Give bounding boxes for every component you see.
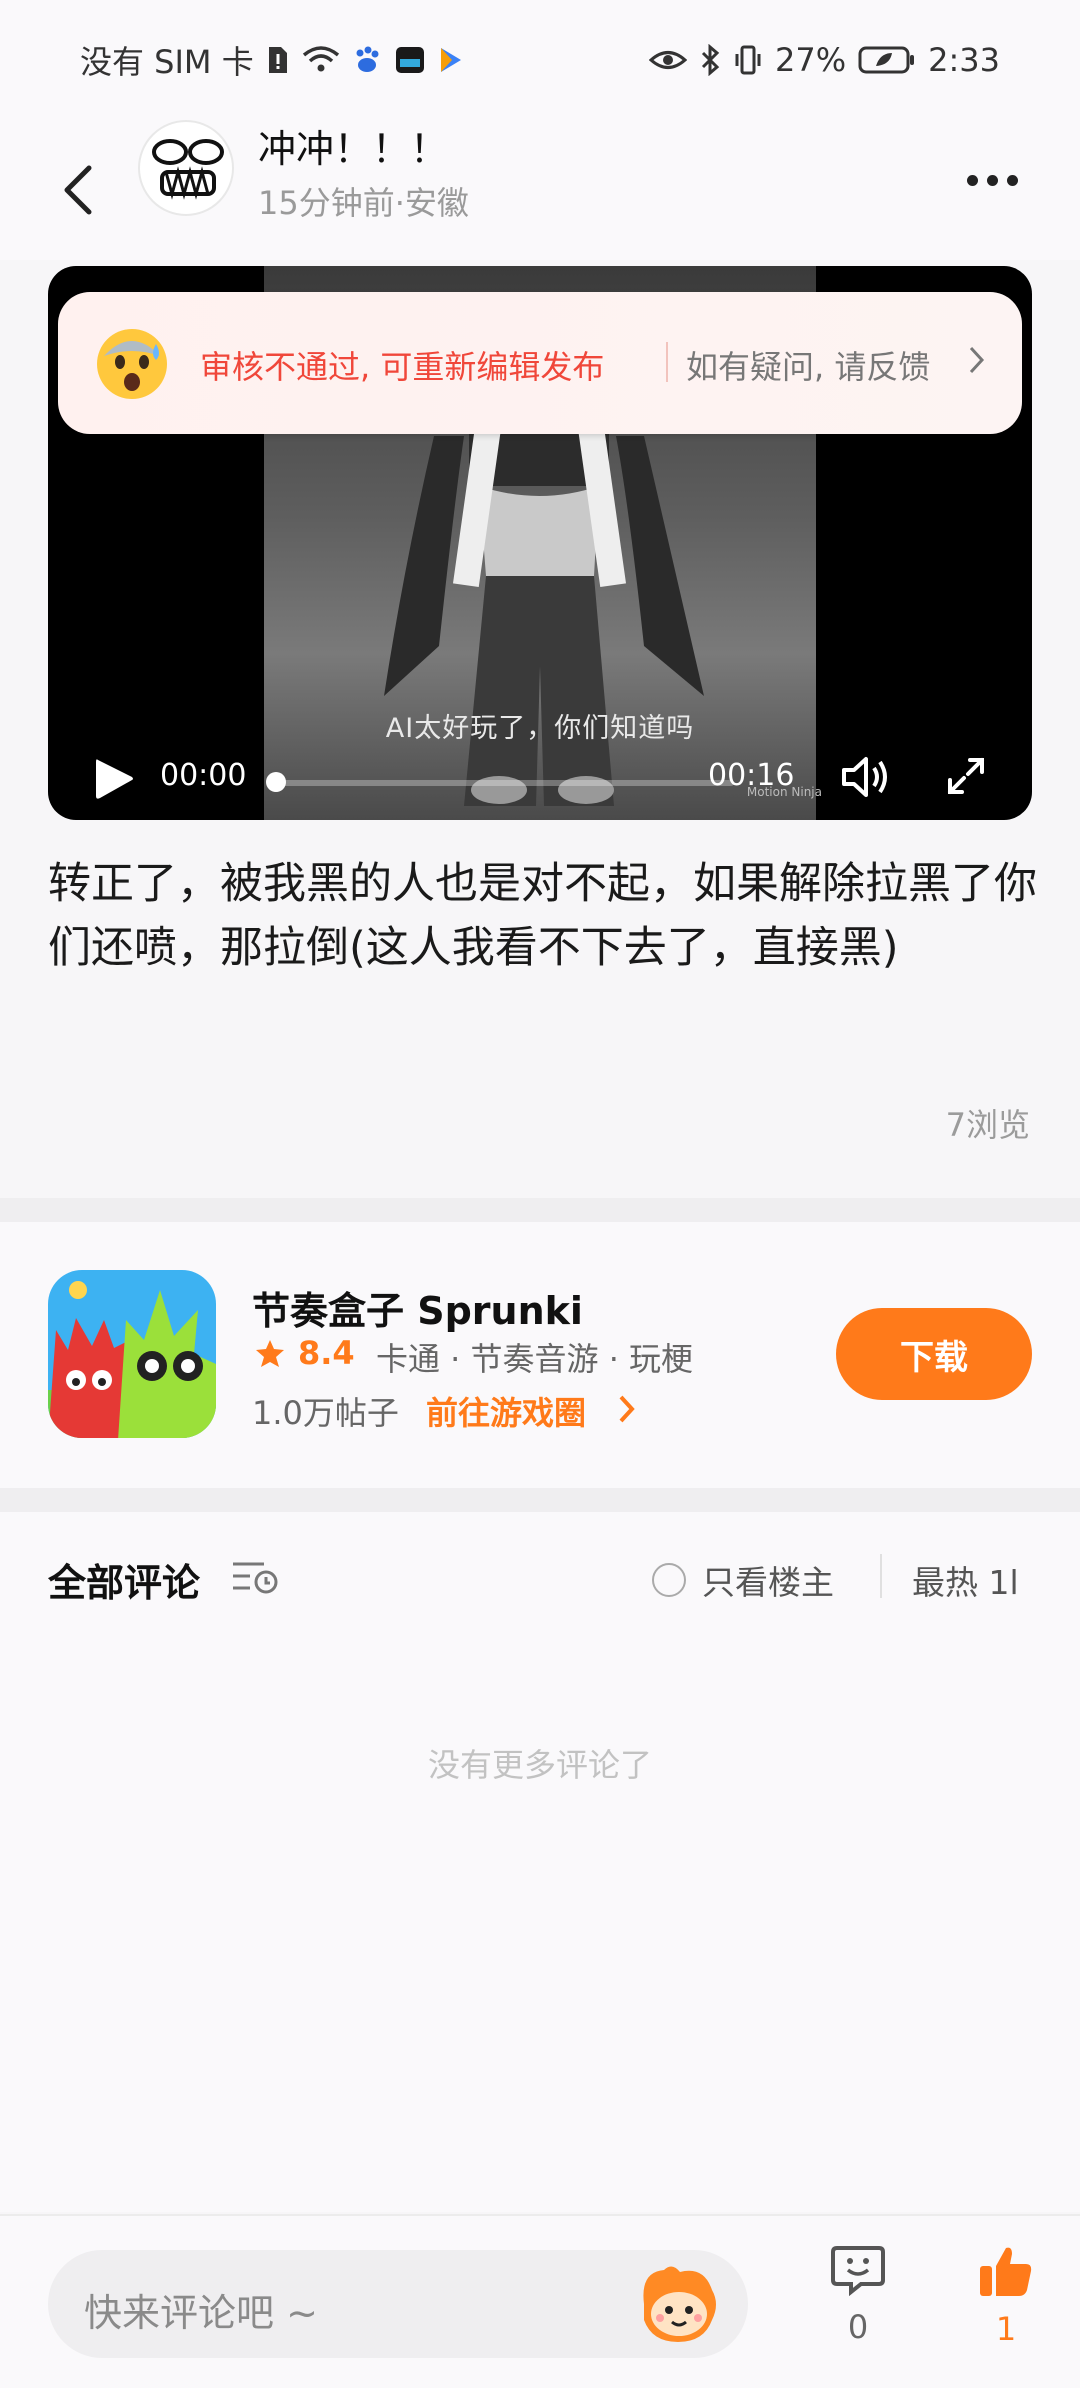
play-button[interactable]	[92, 756, 136, 806]
total-time: 00:16	[708, 758, 795, 793]
clock-time: 2:33	[928, 41, 1000, 79]
app-notification-icon	[394, 45, 426, 75]
comment-placeholder: 快来评论吧 ~	[84, 2291, 318, 2335]
carrier-text: 没有 SIM 卡	[80, 43, 254, 81]
game-circle-link[interactable]: 前往游戏圈	[426, 1388, 586, 1434]
battery-percent: 27%	[775, 41, 847, 79]
baidu-icon	[352, 45, 382, 75]
thumbs-up-icon	[980, 2247, 1032, 2296]
filter-sort-icon[interactable]	[230, 1556, 280, 1600]
game-title[interactable]: 节奏盒子 Sprunki	[252, 1280, 583, 1335]
game-card[interactable]: 节奏盒子 Sprunki 8.4 卡通 · 节奏音游 · 玩梗 1.0万帖子 前…	[0, 1222, 1080, 1488]
game-rating: 8.4	[298, 1334, 355, 1372]
play-icon	[96, 759, 133, 799]
review-reject-text: 审核不通过, 可重新编辑发布	[200, 348, 605, 386]
op-only-radio[interactable]	[652, 1563, 686, 1597]
volume-icon	[842, 757, 887, 797]
status-bar: 没有 SIM 卡 27% 2:33	[0, 0, 1080, 120]
vibrate-icon	[733, 44, 763, 76]
status-right: 27% 2:33	[649, 41, 1000, 79]
mascot-emoji-icon[interactable]	[634, 2260, 724, 2354]
battery-icon	[858, 45, 916, 75]
author-avatar[interactable]	[138, 120, 234, 216]
post-time-location: 15分钟前·安徽	[258, 184, 469, 222]
play-store-icon	[438, 45, 464, 75]
avatar-doodle-icon	[152, 139, 224, 200]
post-header: 冲冲！！！ 15分钟前·安徽	[0, 120, 1080, 260]
eye-icon	[649, 45, 688, 75]
star-icon	[254, 1338, 286, 1374]
wifi-icon	[302, 45, 340, 75]
banner-divider	[666, 342, 668, 382]
fullscreen-button[interactable]	[946, 756, 986, 800]
anxious-face-icon	[94, 326, 170, 406]
download-button[interactable]: 下载	[836, 1308, 1032, 1400]
game-post-count: 1.0万帖子	[252, 1394, 399, 1432]
review-rejected-banner[interactable]: 审核不通过, 可重新编辑发布 如有疑问, 请反馈	[58, 292, 1022, 434]
comment-count-button[interactable]: 0	[818, 2244, 898, 2346]
status-left: 没有 SIM 卡	[80, 37, 464, 83]
chevron-right-icon	[618, 1394, 636, 1428]
dot	[1006, 174, 1018, 186]
like-button[interactable]: 1	[966, 2244, 1046, 2348]
dot	[966, 174, 978, 186]
author-name[interactable]: 冲冲！！！	[258, 118, 448, 173]
comment-bubble-icon	[831, 2246, 885, 2297]
volume-button[interactable]	[840, 754, 892, 804]
comment-input[interactable]: 快来评论吧 ~	[48, 2250, 748, 2358]
comments-section: 全部评论 只看楼主 最热 1l 没有更多评论了	[0, 1512, 1080, 2212]
sim-alert-icon	[266, 45, 290, 75]
current-time: 00:00	[160, 758, 247, 793]
op-only-label: 只看楼主	[702, 1563, 834, 1602]
no-more-comments: 没有更多评论了	[427, 1746, 652, 1784]
like-count: 1	[995, 2310, 1017, 2348]
game-tags: 卡通 · 节奏音游 · 玩梗	[376, 1340, 694, 1378]
comments-title: 全部评论	[48, 1561, 201, 1605]
sort-hot-button[interactable]: 最热 1l	[912, 1556, 1019, 1604]
player-controls: 00:00 00:16	[48, 726, 1032, 816]
expand-icon	[948, 758, 984, 794]
section-divider	[0, 1198, 1080, 1222]
progress-thumb[interactable]	[266, 772, 286, 792]
feedback-link[interactable]: 如有疑问, 请反馈	[686, 342, 930, 388]
bottom-bar: 快来评论吧 ~ 0 1	[0, 2214, 1080, 2388]
post-body-text: 转正了，被我黑的人也是对不起，如果解除拉黑了你们还喷，那拉倒(这人我看不下去了，…	[48, 859, 1037, 973]
section-divider	[0, 1488, 1080, 1512]
back-button[interactable]	[48, 142, 108, 238]
video-player[interactable]: AI太好玩了，你们知道吗 Motion Ninja 审核不通过, 可重新编辑发布…	[48, 266, 1032, 820]
dot	[986, 174, 998, 186]
progress-bar[interactable]	[272, 780, 734, 786]
comment-count: 0	[847, 2308, 869, 2346]
more-options-button[interactable]	[952, 150, 1032, 210]
view-count: 7浏览	[945, 1106, 1030, 1144]
back-arrow-icon	[64, 165, 92, 215]
chevron-right-icon	[968, 344, 986, 380]
vertical-divider	[880, 1554, 882, 1598]
game-app-icon[interactable]	[48, 1270, 216, 1438]
bluetooth-icon	[699, 44, 721, 76]
op-only-toggle[interactable]: 只看楼主	[652, 1556, 834, 1604]
